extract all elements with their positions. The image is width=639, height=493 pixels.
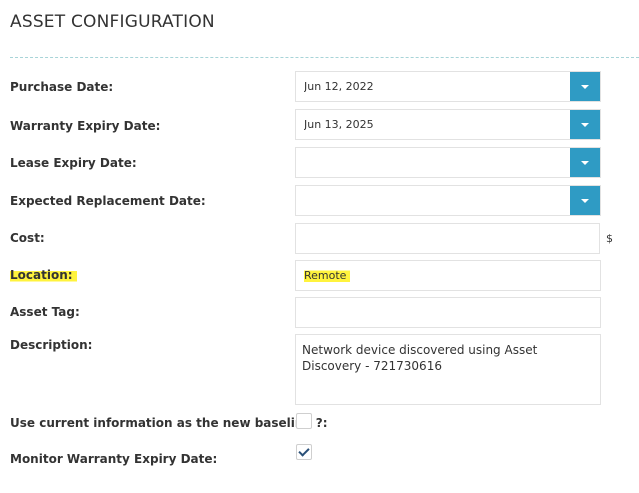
monitor-warranty-label: Monitor Warranty Expiry Date: [10, 452, 218, 466]
warranty-expiry-date-value: Jun 13, 2025 [304, 118, 374, 131]
chevron-down-icon [581, 160, 589, 165]
lease-expiry-date-field[interactable] [295, 147, 601, 178]
location-input[interactable]: Remote [295, 260, 601, 291]
expected-replacement-date-field[interactable] [295, 185, 601, 216]
chevron-down-icon [581, 198, 589, 203]
warranty-expiry-date-picker-button[interactable] [570, 110, 600, 139]
warranty-expiry-date-label: Warranty Expiry Date: [10, 119, 161, 133]
section-divider [10, 57, 639, 58]
description-textarea[interactable]: Network device discovered using Asset Di… [295, 334, 601, 405]
purchase-date-picker-button[interactable] [570, 72, 600, 101]
expected-replacement-date-picker-button[interactable] [570, 186, 600, 215]
page-title: ASSET CONFIGURATION [10, 12, 215, 32]
asset-tag-label: Asset Tag: [10, 305, 80, 319]
use-current-baseline-checkbox[interactable] [296, 413, 312, 429]
monitor-warranty-checkbox[interactable] [296, 444, 312, 460]
lease-expiry-date-picker-button[interactable] [570, 148, 600, 177]
cost-currency-unit: $ [606, 232, 613, 245]
purchase-date-value: Jun 12, 2022 [304, 80, 374, 93]
use-current-baseline-label: Use current information as the new basel… [10, 416, 328, 430]
purchase-date-label: Purchase Date: [10, 80, 114, 94]
cost-input[interactable] [295, 223, 600, 254]
location-value: Remote [304, 269, 351, 282]
expected-replacement-date-label: Expected Replacement Date: [10, 194, 206, 208]
location-label: Location: [10, 268, 77, 282]
chevron-down-icon [581, 122, 589, 127]
chevron-down-icon [581, 84, 589, 89]
checkmark-icon [298, 445, 310, 457]
warranty-expiry-date-field[interactable]: Jun 13, 2025 [295, 109, 601, 140]
lease-expiry-date-label: Lease Expiry Date: [10, 156, 137, 170]
asset-tag-input[interactable] [295, 297, 601, 328]
description-label: Description: [10, 338, 93, 352]
purchase-date-field[interactable]: Jun 12, 2022 [295, 71, 601, 102]
cost-label: Cost: [10, 231, 45, 245]
